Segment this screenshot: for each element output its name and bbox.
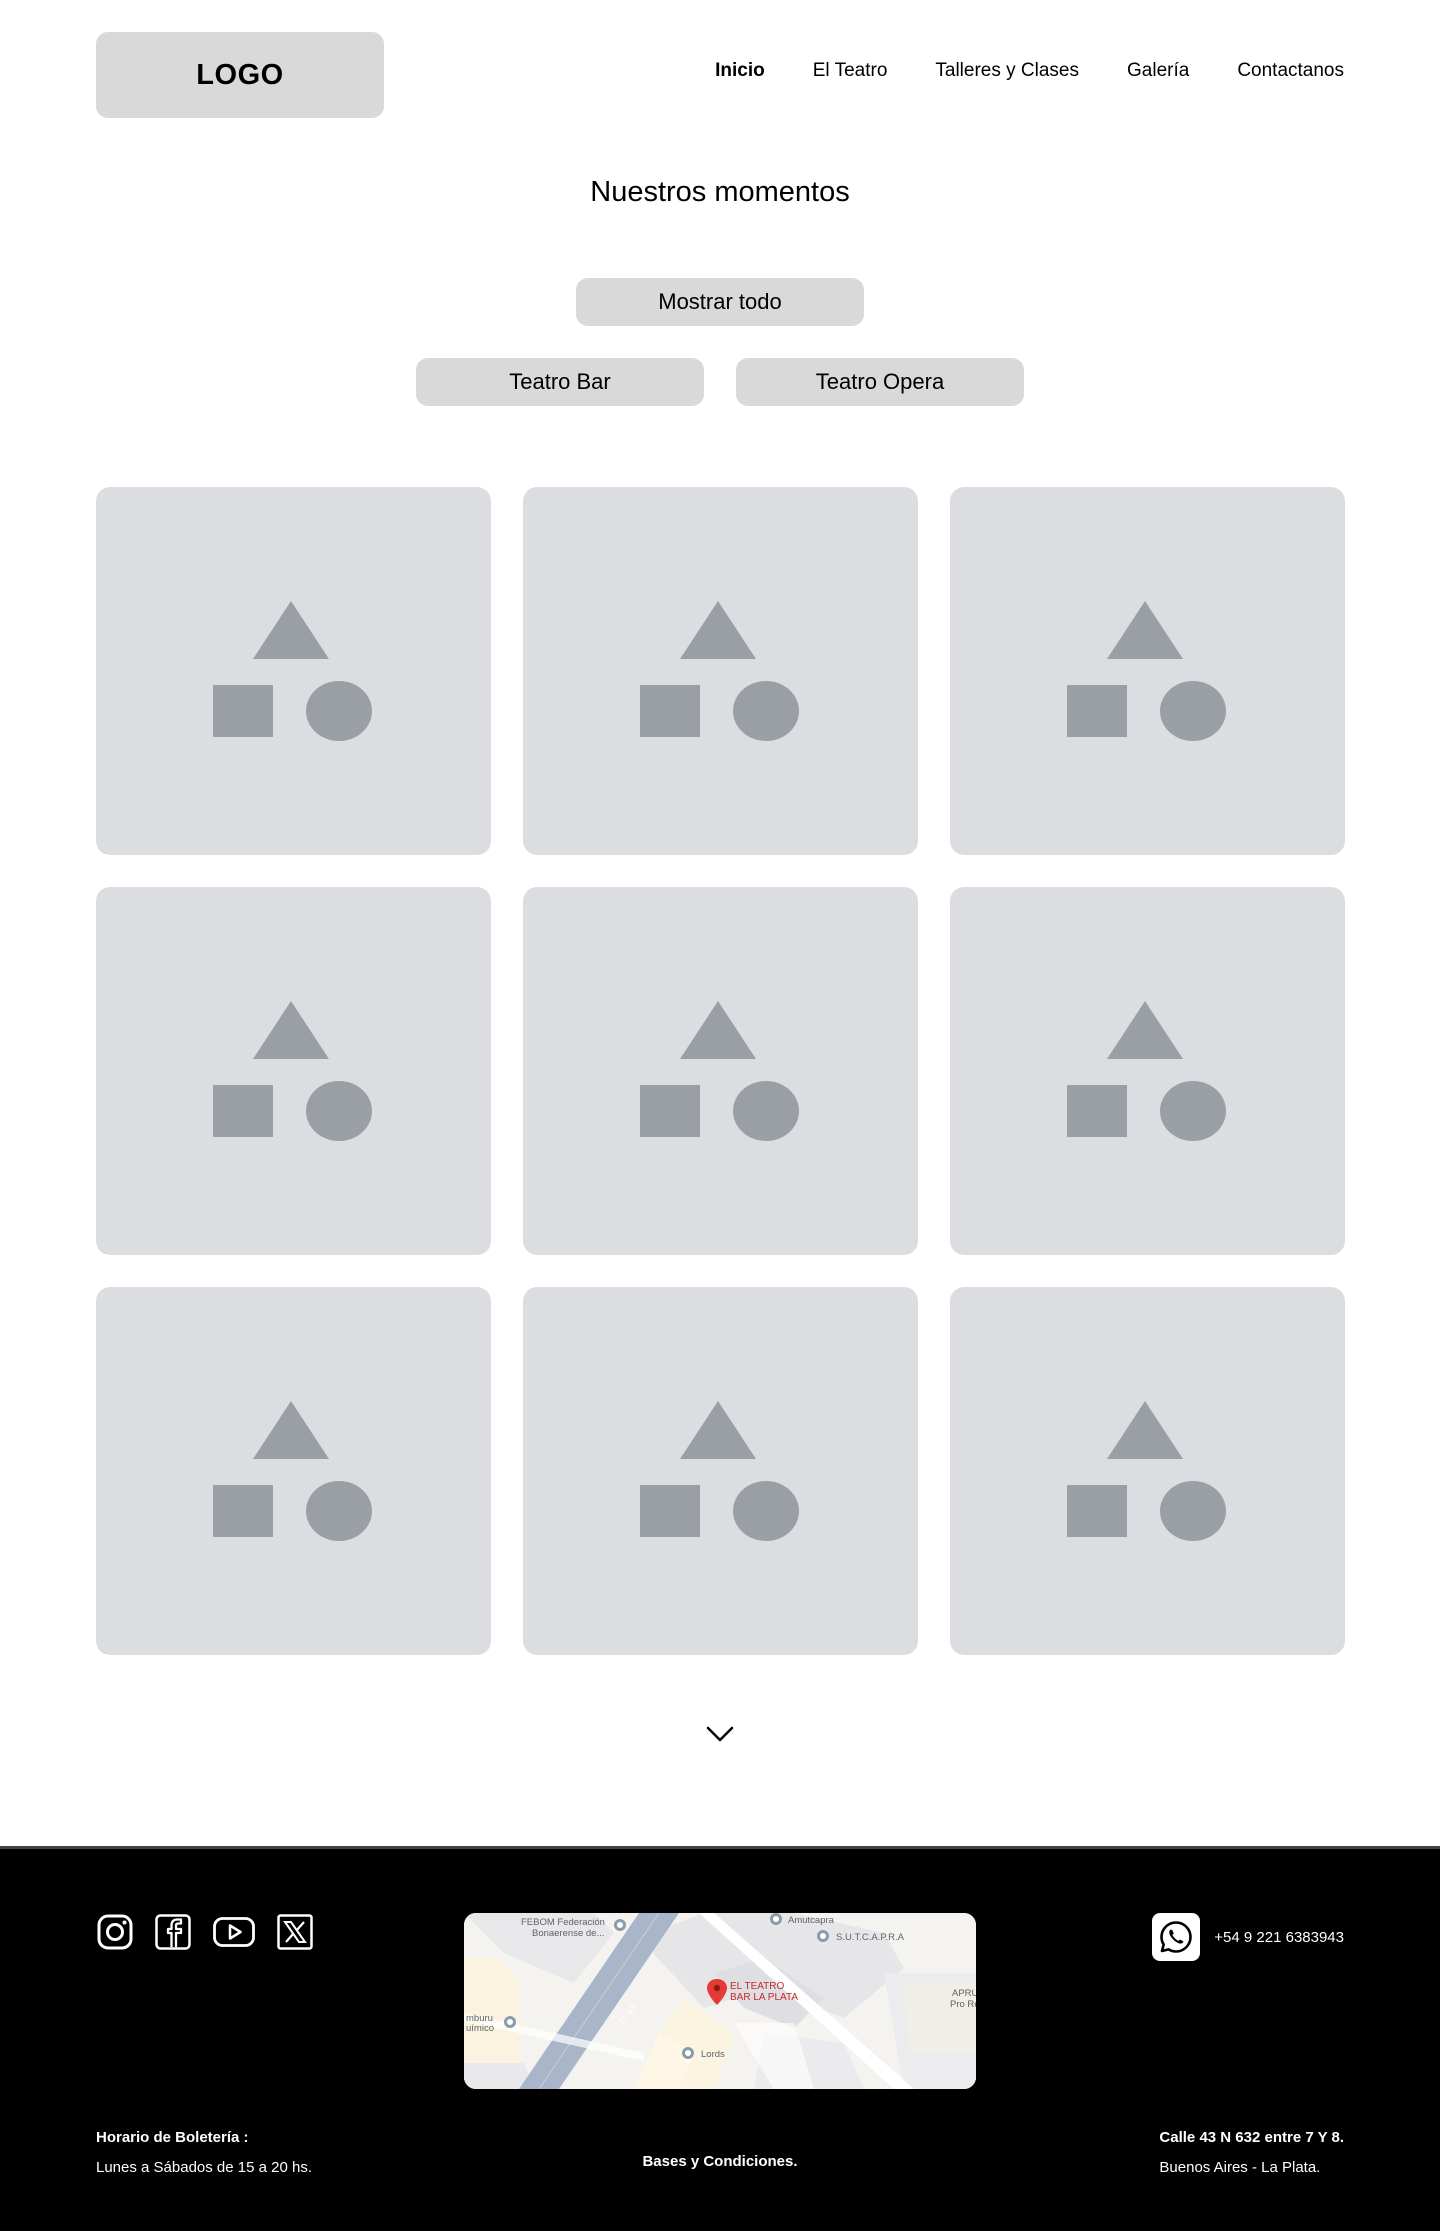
gallery-grid xyxy=(96,487,1345,1655)
nav-inicio[interactable]: Inicio xyxy=(715,60,765,82)
instagram-icon[interactable] xyxy=(96,1913,134,1951)
image-placeholder-icon xyxy=(1067,601,1226,741)
gallery-image-placeholder[interactable] xyxy=(96,487,491,855)
nav-galeria[interactable]: Galería xyxy=(1127,60,1189,82)
map-place-label: BAR LA PLATA xyxy=(730,1992,798,2003)
page-title: Nuestros momentos xyxy=(590,176,850,208)
whatsapp-contact: +54 9 221 6383943 xyxy=(1152,1913,1344,1961)
filter-teatro-bar-button[interactable]: Teatro Bar xyxy=(416,358,704,406)
filter-teatro-opera-button[interactable]: Teatro Opera xyxy=(736,358,1024,406)
image-placeholder-icon xyxy=(213,601,372,741)
gallery-image-placeholder[interactable] xyxy=(950,487,1345,855)
chevron-down-icon[interactable] xyxy=(704,1722,736,1746)
map-poi-label: Bonaerense de... xyxy=(532,1928,604,1939)
gallery-image-placeholder[interactable] xyxy=(523,1287,918,1655)
image-placeholder-icon xyxy=(213,1001,372,1141)
map-poi-label: Amutcapra xyxy=(788,1915,835,1926)
social-links xyxy=(96,1913,314,1951)
address-line-2: Buenos Aires - La Plata. xyxy=(1159,2159,1321,2176)
map-poi-label: APRU xyxy=(952,1988,976,1999)
map-poi-label: S.U.T.C.A.P.R.A xyxy=(836,1932,905,1943)
facebook-icon[interactable] xyxy=(154,1913,192,1951)
gallery-image-placeholder[interactable] xyxy=(950,1287,1345,1655)
nav-el-teatro[interactable]: El Teatro xyxy=(813,60,888,82)
image-placeholder-icon xyxy=(1067,1401,1226,1541)
youtube-icon[interactable] xyxy=(212,1913,256,1951)
main-nav: Inicio El Teatro Talleres y Clases Galer… xyxy=(715,60,1344,82)
address-line-1: Calle 43 N 632 entre 7 Y 8. xyxy=(1159,2129,1344,2146)
image-placeholder-icon xyxy=(640,601,799,741)
gallery-image-placeholder[interactable] xyxy=(523,887,918,1255)
gallery-image-placeholder[interactable] xyxy=(950,887,1345,1255)
address: Calle 43 N 632 entre 7 Y 8. Buenos Aires… xyxy=(1159,2123,1344,2183)
nav-talleres-clases[interactable]: Talleres y Clases xyxy=(935,60,1079,82)
whatsapp-icon[interactable] xyxy=(1152,1913,1201,1961)
gallery-image-placeholder[interactable] xyxy=(96,1287,491,1655)
x-icon[interactable] xyxy=(276,1913,314,1951)
logo[interactable]: LOGO xyxy=(96,32,384,118)
map-place-label: EL TEATRO xyxy=(730,1981,784,1992)
site-footer: EL TEATRO BAR LA PLATA FEBOM Federación … xyxy=(0,1846,1440,2231)
image-placeholder-icon xyxy=(1067,1001,1226,1141)
filter-all-button[interactable]: Mostrar todo xyxy=(576,278,864,326)
gallery-image-placeholder[interactable] xyxy=(96,887,491,1255)
gallery-image-placeholder[interactable] xyxy=(523,487,918,855)
map-poi-label: Pro Re xyxy=(950,1999,976,2010)
terms-link[interactable]: Bases y Condiciones. xyxy=(642,2153,797,2170)
map-poi-label: FEBOM Federación xyxy=(521,1917,605,1928)
site-header: LOGO Inicio El Teatro Talleres y Clases … xyxy=(0,0,1440,150)
map-poi-label: Lords xyxy=(701,2049,725,2060)
image-placeholder-icon xyxy=(640,1401,799,1541)
map-poi-label: uímico xyxy=(466,2023,494,2034)
image-placeholder-icon xyxy=(640,1001,799,1141)
location-map[interactable]: EL TEATRO BAR LA PLATA FEBOM Federación … xyxy=(464,1913,976,2089)
image-placeholder-icon xyxy=(213,1401,372,1541)
nav-contactanos[interactable]: Contactanos xyxy=(1237,60,1344,82)
hours-label: Horario de Boletería : xyxy=(96,2129,249,2146)
phone-number[interactable]: +54 9 221 6383943 xyxy=(1214,1929,1344,1946)
